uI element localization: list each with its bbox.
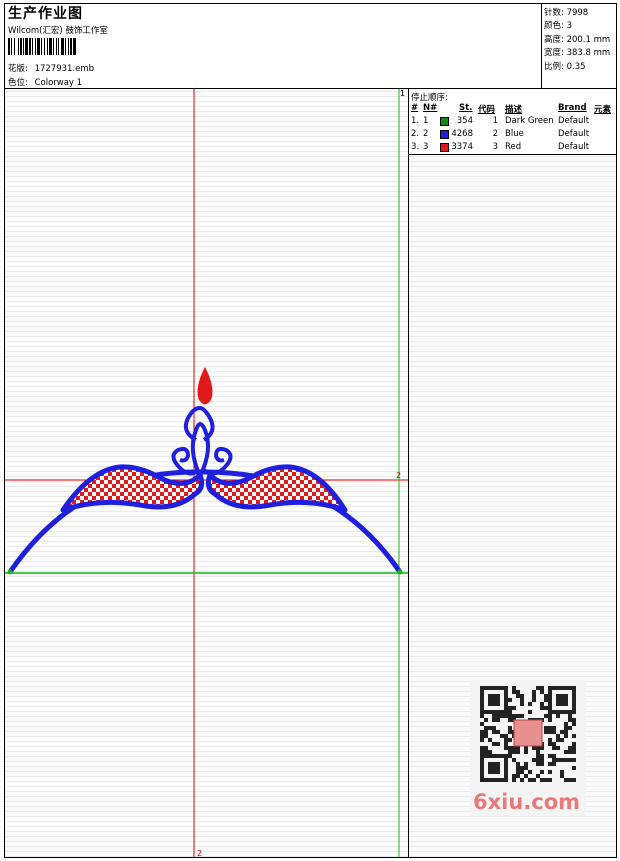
start-marker	[7, 569, 13, 575]
embroidery-design-canvas: 1 2 2	[5, 89, 408, 858]
guide-marker-bottom: 2	[197, 849, 202, 858]
end-marker	[397, 569, 403, 575]
flame-top	[197, 366, 213, 405]
arch-outline	[7, 469, 403, 574]
guide-marker-right: 2	[396, 471, 401, 480]
center-ornament	[190, 422, 211, 477]
guide-marker-top: 1	[400, 89, 405, 98]
